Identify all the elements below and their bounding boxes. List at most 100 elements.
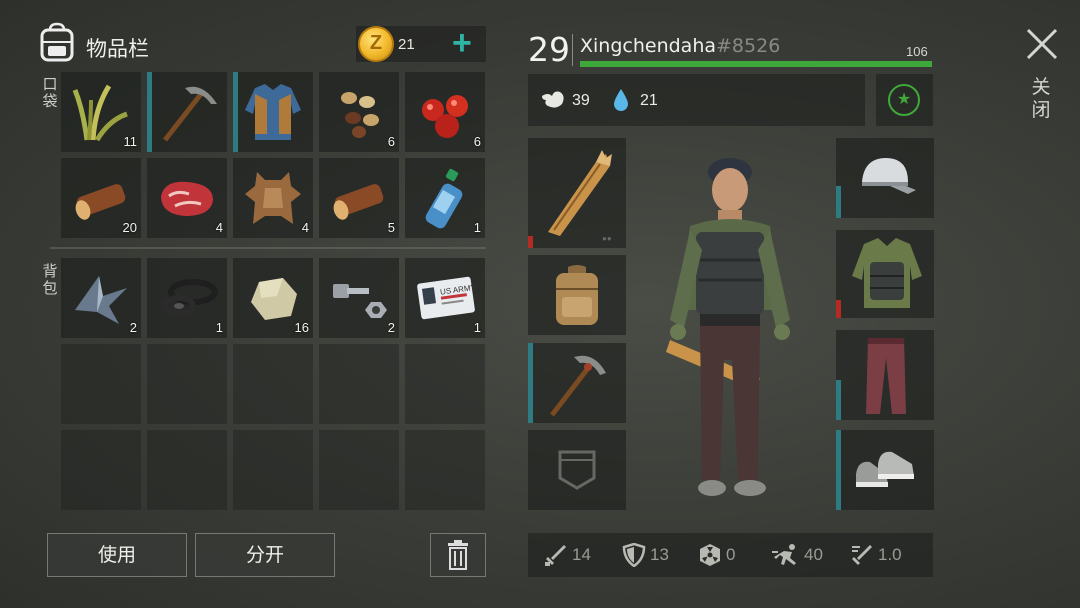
- backpack-icon: [556, 265, 598, 325]
- more-dots-icon: ●●: [602, 234, 612, 243]
- item-count: 6: [387, 134, 395, 149]
- section-divider: [50, 247, 486, 249]
- empty-slot[interactable]: [147, 344, 227, 424]
- pocket-slot[interactable]: 20: [61, 158, 141, 238]
- empty-slot[interactable]: [319, 344, 399, 424]
- cap-icon: [862, 158, 916, 194]
- durability-bar: [836, 300, 841, 318]
- empty-slot[interactable]: [233, 344, 313, 424]
- water-bottle-icon: [425, 168, 463, 229]
- durability-bar: [528, 343, 533, 423]
- coin-icon: Z: [358, 26, 394, 62]
- sword-icon: [545, 545, 566, 566]
- backpack-icon: [40, 22, 74, 62]
- pocket-slot[interactable]: [233, 72, 313, 152]
- pocket-icon: [558, 450, 596, 490]
- empty-slot[interactable]: [61, 430, 141, 510]
- head-slot[interactable]: [836, 138, 934, 218]
- weapon-slot[interactable]: ●●: [528, 138, 626, 248]
- trash-icon: [448, 540, 468, 570]
- pocket-slot[interactable]: 11: [61, 72, 141, 152]
- trash-button[interactable]: [430, 533, 486, 577]
- backpack-slot[interactable]: 2: [61, 258, 141, 338]
- pocket-slot[interactable]: 6: [405, 72, 485, 152]
- radiation-value: 0: [726, 545, 736, 564]
- id-card-icon: US ARMY: [417, 276, 477, 320]
- coin-balance: Z 21 +: [356, 26, 486, 62]
- player-level: 29: [528, 30, 570, 69]
- durability-bar: [836, 430, 841, 510]
- item-count: 1: [215, 320, 223, 335]
- stomach-icon: [542, 91, 564, 108]
- item-count: 1: [473, 320, 481, 335]
- seeds-icon: [341, 92, 379, 138]
- star-icon: ★: [888, 84, 920, 116]
- backpack-slot[interactable]: US ARMY 1: [405, 258, 485, 338]
- backpack-slot[interactable]: 16: [233, 258, 313, 338]
- durability-bar: [836, 186, 841, 218]
- body-slot[interactable]: [836, 230, 934, 318]
- jacket-icon: [245, 84, 301, 140]
- empty-slot[interactable]: [405, 344, 485, 424]
- running-icon: [772, 544, 796, 565]
- pocket-slot[interactable]: [147, 72, 227, 152]
- rubber-parts-icon: [162, 279, 218, 317]
- item-count: 4: [215, 220, 223, 235]
- pocket-slot[interactable]: 5: [319, 158, 399, 238]
- backpack-slot[interactable]: 2: [319, 258, 399, 338]
- water-drop-icon: [614, 89, 628, 111]
- buy-coins-button[interactable]: +: [452, 26, 472, 60]
- coin-count: 21: [398, 36, 415, 53]
- pocket-slot[interactable]: 4: [147, 158, 227, 238]
- item-count: 20: [122, 220, 137, 235]
- pocket-slot[interactable]: 1: [405, 158, 485, 238]
- combat-stats-bar: 14 13 0 40 1.0: [528, 533, 933, 577]
- body-armor-icon: [852, 238, 922, 308]
- close-label[interactable]: 关闭: [1030, 76, 1052, 122]
- durability-bar: [528, 236, 533, 248]
- backpack-slot[interactable]: 1: [147, 258, 227, 338]
- berries-icon: [422, 95, 468, 138]
- attack-value: 14: [572, 545, 591, 564]
- split-button[interactable]: 分开: [195, 533, 335, 577]
- level-separator: [572, 34, 573, 66]
- shield-icon: [622, 543, 646, 567]
- player-name-line: Xingchendaha#8526: [580, 35, 780, 57]
- empty-slot[interactable]: [405, 430, 485, 510]
- empty-slot[interactable]: [61, 344, 141, 424]
- hide-icon: [245, 172, 301, 224]
- empty-slot[interactable]: [147, 430, 227, 510]
- attack-speed-value: 1.0: [878, 545, 902, 564]
- food-value: 39: [572, 92, 590, 109]
- tool-slot[interactable]: [528, 343, 626, 423]
- nuts-bolts-icon: [333, 284, 387, 318]
- item-count: 2: [387, 320, 395, 335]
- item-count: 2: [129, 320, 137, 335]
- radiation-icon: [700, 544, 720, 566]
- item-count: 4: [301, 220, 309, 235]
- empty-slot[interactable]: [233, 430, 313, 510]
- legs-slot[interactable]: [836, 330, 934, 420]
- backpack-equip-slot[interactable]: [528, 255, 626, 335]
- durability-bar: [147, 72, 152, 152]
- pickaxe-icon: [550, 355, 606, 417]
- close-icon[interactable]: [1024, 26, 1060, 62]
- durability-bar: [836, 380, 841, 420]
- backpack-label: 背包: [42, 262, 58, 297]
- favorite-button[interactable]: ★: [876, 74, 933, 126]
- empty-slot[interactable]: [319, 430, 399, 510]
- item-count: 11: [123, 134, 138, 149]
- xp-bar-fill: [580, 61, 932, 67]
- pocket-slot[interactable]: 4: [233, 158, 313, 238]
- attack-speed-icon: [852, 545, 872, 565]
- durability-bar: [233, 72, 238, 152]
- use-button[interactable]: 使用: [47, 533, 187, 577]
- pocket-slot[interactable]: 6: [319, 72, 399, 152]
- scrap-metal-icon: [75, 276, 127, 324]
- feet-slot[interactable]: [836, 430, 934, 510]
- pocket-equip-slot[interactable]: [528, 430, 626, 510]
- raw-meat-icon: [161, 181, 213, 216]
- xp-bar: [580, 61, 932, 67]
- player-tag: #8526: [716, 35, 781, 57]
- item-count: 16: [294, 320, 309, 335]
